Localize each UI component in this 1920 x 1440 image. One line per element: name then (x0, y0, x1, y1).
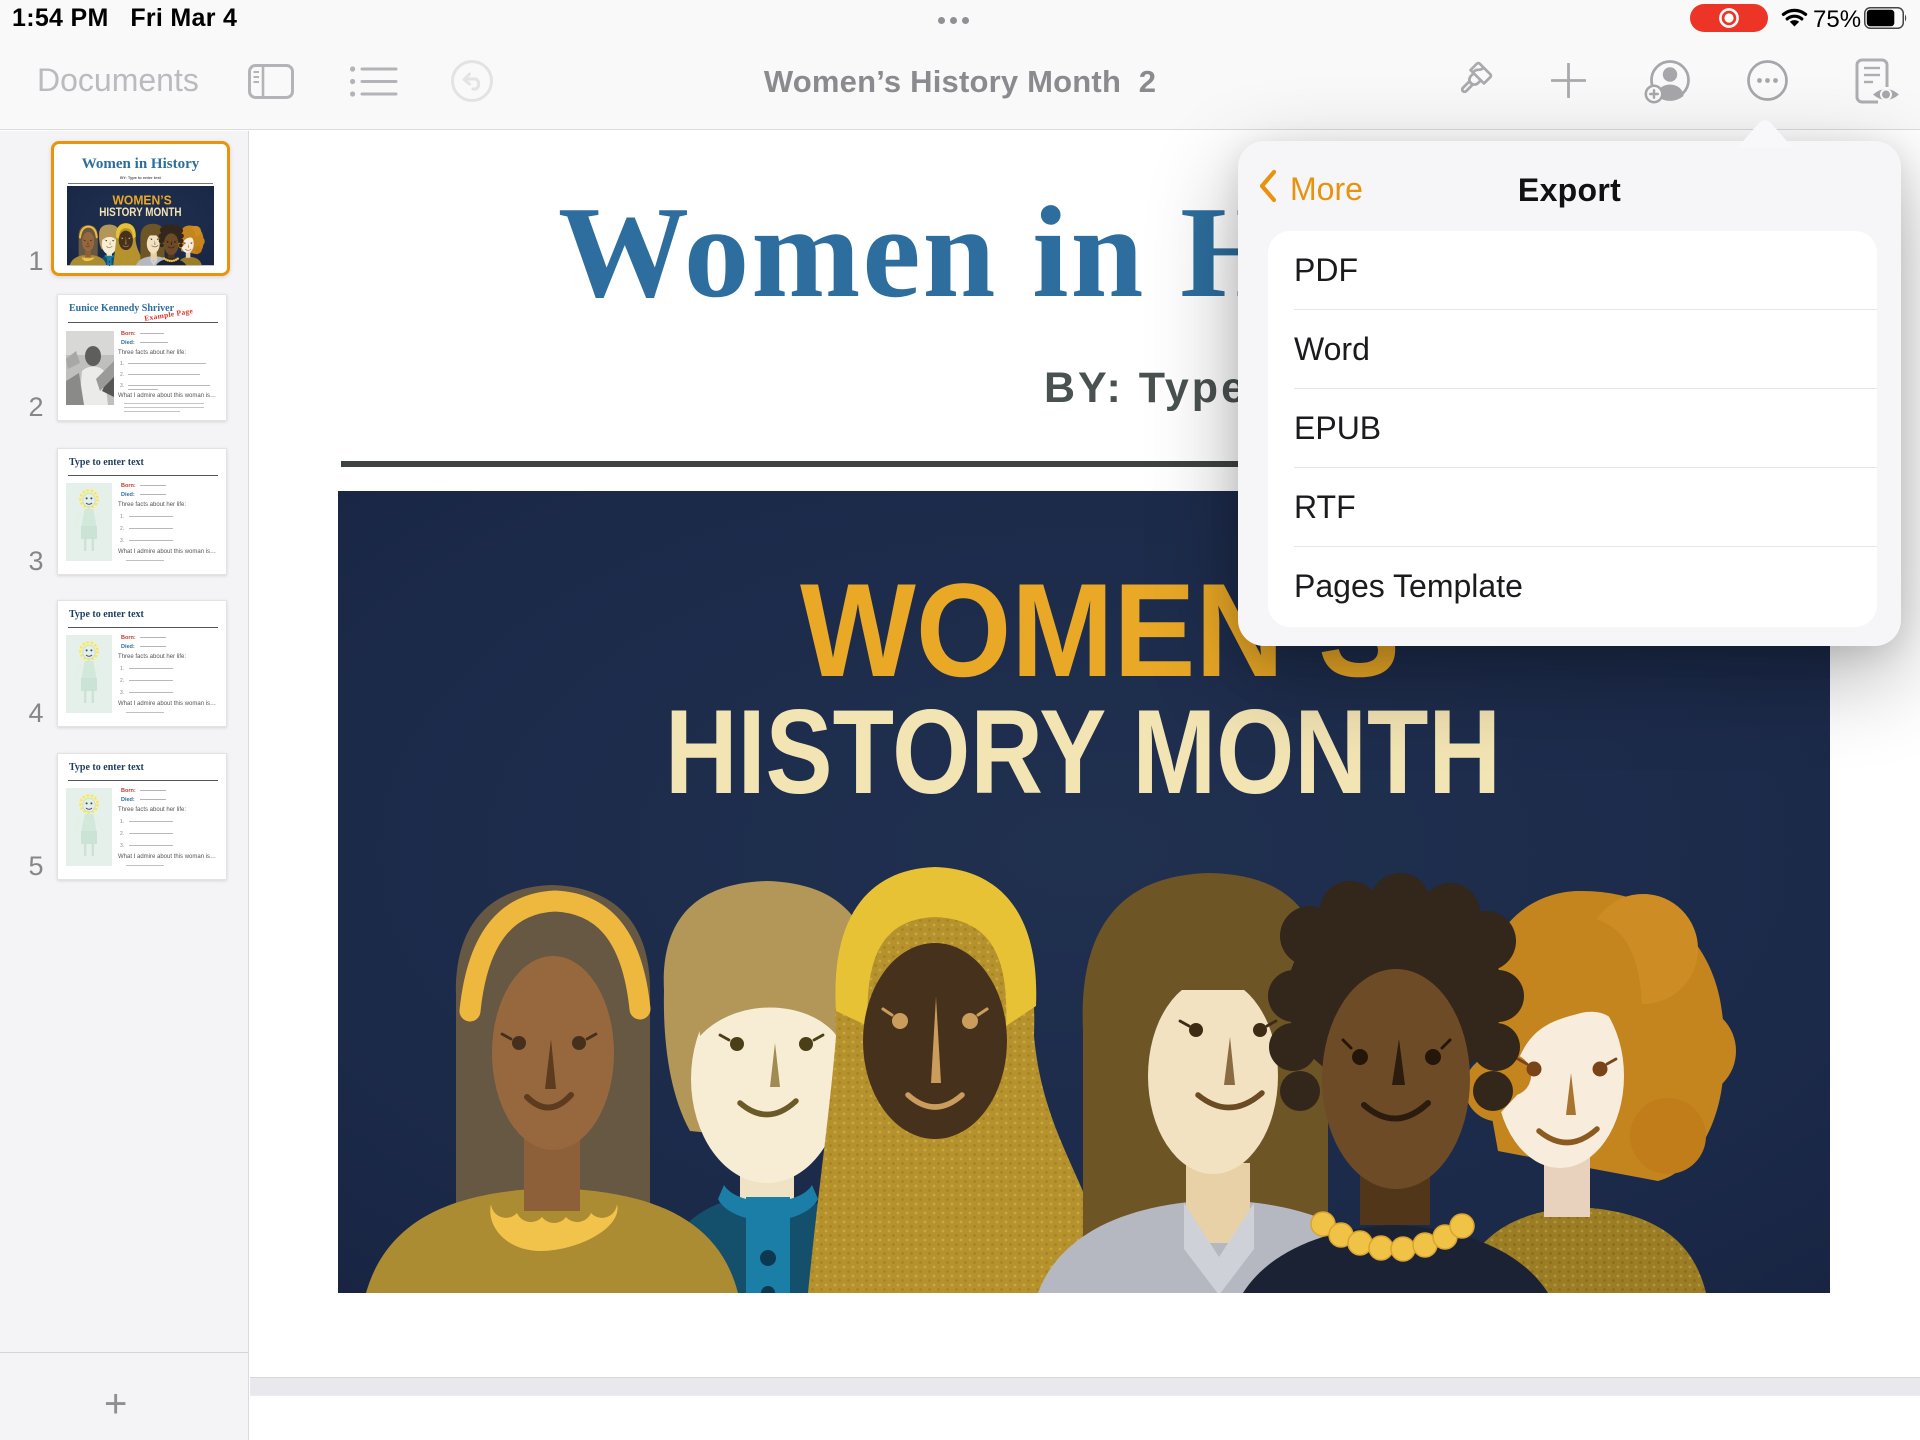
svg-text:HISTORY MONTH: HISTORY MONTH (665, 685, 1501, 819)
